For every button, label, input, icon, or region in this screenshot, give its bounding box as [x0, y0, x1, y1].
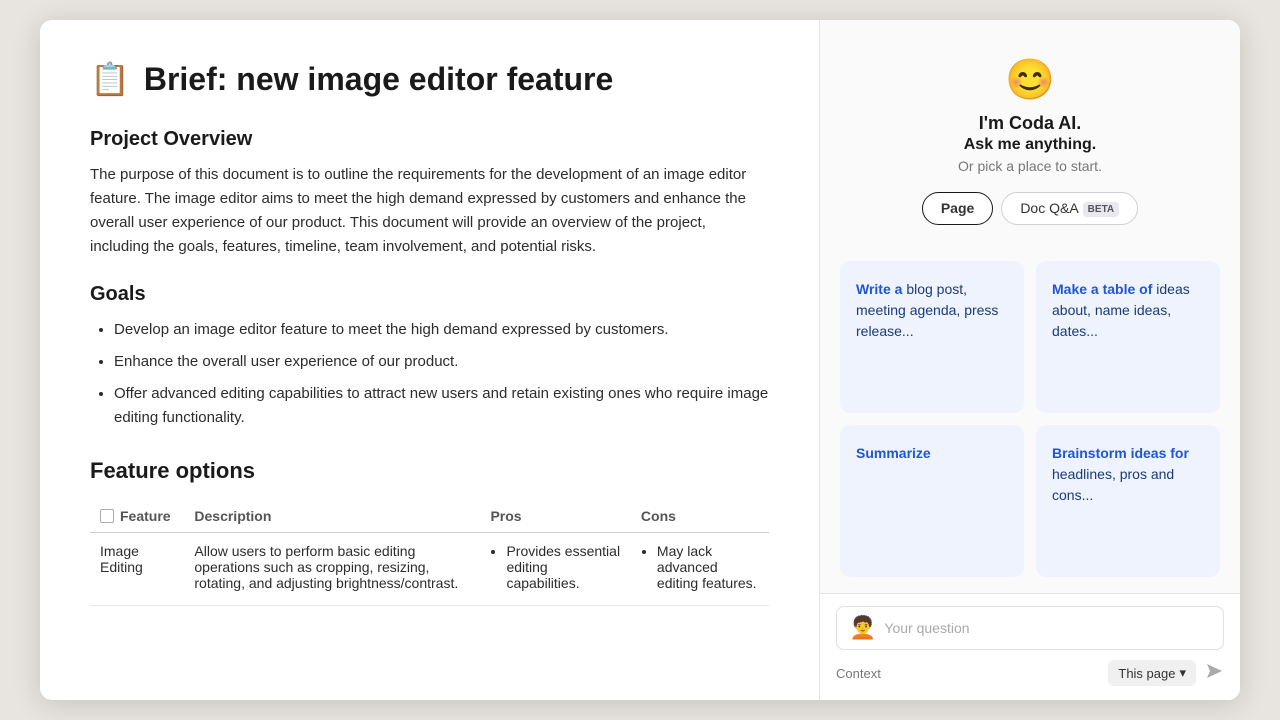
- doc-header: 📋 Brief: new image editor feature: [90, 60, 769, 98]
- table-row: Image Editing Allow users to perform bas…: [90, 533, 769, 606]
- tab-doc-qa[interactable]: Doc Q&ABETA: [1001, 192, 1138, 225]
- col-description: Description: [184, 500, 480, 533]
- list-item: Enhance the overall user experience of o…: [114, 350, 769, 374]
- project-overview-text: The purpose of this document is to outli…: [90, 163, 769, 259]
- context-label: Context: [836, 666, 881, 681]
- suggestion-brainstorm[interactable]: Brainstorm ideas for headlines, pros and…: [1036, 425, 1220, 577]
- tab-page[interactable]: Page: [922, 192, 993, 225]
- goals-list: Develop an image editor feature to meet …: [90, 318, 769, 430]
- ai-input-area: 🧑‍🦱 Context This page ▾: [820, 593, 1240, 700]
- app-window: 📋 Brief: new image editor feature Projec…: [40, 20, 1240, 700]
- suggestion-write[interactable]: Write a blog post, meeting agenda, press…: [840, 261, 1024, 413]
- ai-title: I'm Coda AI.: [979, 113, 1082, 134]
- send-button[interactable]: [1204, 661, 1224, 686]
- list-item: Develop an image editor feature to meet …: [114, 318, 769, 342]
- ai-panel: 😊 I'm Coda AI. Ask me anything. Or pick …: [820, 20, 1240, 700]
- feature-table: Feature Description Pros Cons Image Edit…: [90, 500, 769, 606]
- doc-panel: 📋 Brief: new image editor feature Projec…: [40, 20, 820, 700]
- goals-section: Goals Develop an image editor feature to…: [90, 283, 769, 430]
- ai-avatar: 😊: [1005, 56, 1055, 103]
- doc-icon: 📋: [90, 60, 130, 98]
- project-overview-section: Project Overview The purpose of this doc…: [90, 128, 769, 259]
- send-icon: [1204, 661, 1224, 686]
- goals-heading: Goals: [90, 283, 769, 306]
- suggestion-grid: Write a blog post, meeting agenda, press…: [820, 245, 1240, 593]
- user-avatar-icon: 🧑‍🦱: [849, 615, 876, 641]
- ai-question-input[interactable]: [884, 620, 1211, 636]
- cell-pros: Provides essential editing capabilities.: [480, 533, 630, 606]
- suggestion-keyword: Brainstorm ideas for: [1052, 445, 1189, 461]
- list-item: May lack advanced editing features.: [657, 543, 759, 591]
- context-select-button[interactable]: This page ▾: [1108, 660, 1196, 686]
- suggestion-table[interactable]: Make a table of ideas about, name ideas,…: [1036, 261, 1220, 413]
- project-overview-heading: Project Overview: [90, 128, 769, 151]
- list-item: Offer advanced editing capabilities to a…: [114, 382, 769, 430]
- beta-badge: BETA: [1083, 202, 1119, 217]
- ai-subtitle: Ask me anything.: [964, 136, 1096, 154]
- ai-header: 😊 I'm Coda AI. Ask me anything. Or pick …: [820, 20, 1240, 245]
- context-option-label: This page: [1118, 666, 1175, 681]
- chevron-down-icon: ▾: [1179, 665, 1186, 681]
- list-item: Provides essential editing capabilities.: [506, 543, 620, 591]
- feature-options-section: Feature options Feature Description Pros…: [90, 458, 769, 606]
- col-feature: Feature: [90, 500, 184, 533]
- context-tabs: Page Doc Q&ABETA: [922, 192, 1138, 225]
- cell-feature: Image Editing: [90, 533, 184, 606]
- suggestion-keyword: Write a: [856, 281, 902, 297]
- suggestion-keyword: Make a table of: [1052, 281, 1152, 297]
- suggestion-rest: headlines, pros and cons...: [1052, 466, 1174, 503]
- feature-options-heading: Feature options: [90, 458, 769, 484]
- doc-title: Brief: new image editor feature: [144, 61, 613, 98]
- suggestion-keyword: Summarize: [856, 445, 931, 461]
- table-icon: [100, 509, 114, 523]
- cell-description: Allow users to perform basic editing ope…: [184, 533, 480, 606]
- context-row: Context This page ▾: [836, 660, 1224, 686]
- cell-cons: May lack advanced editing features.: [631, 533, 769, 606]
- col-pros: Pros: [480, 500, 630, 533]
- col-cons: Cons: [631, 500, 769, 533]
- ai-input-row: 🧑‍🦱: [836, 606, 1224, 650]
- ai-prompt: Or pick a place to start.: [958, 158, 1102, 174]
- suggestion-summarize[interactable]: Summarize: [840, 425, 1024, 577]
